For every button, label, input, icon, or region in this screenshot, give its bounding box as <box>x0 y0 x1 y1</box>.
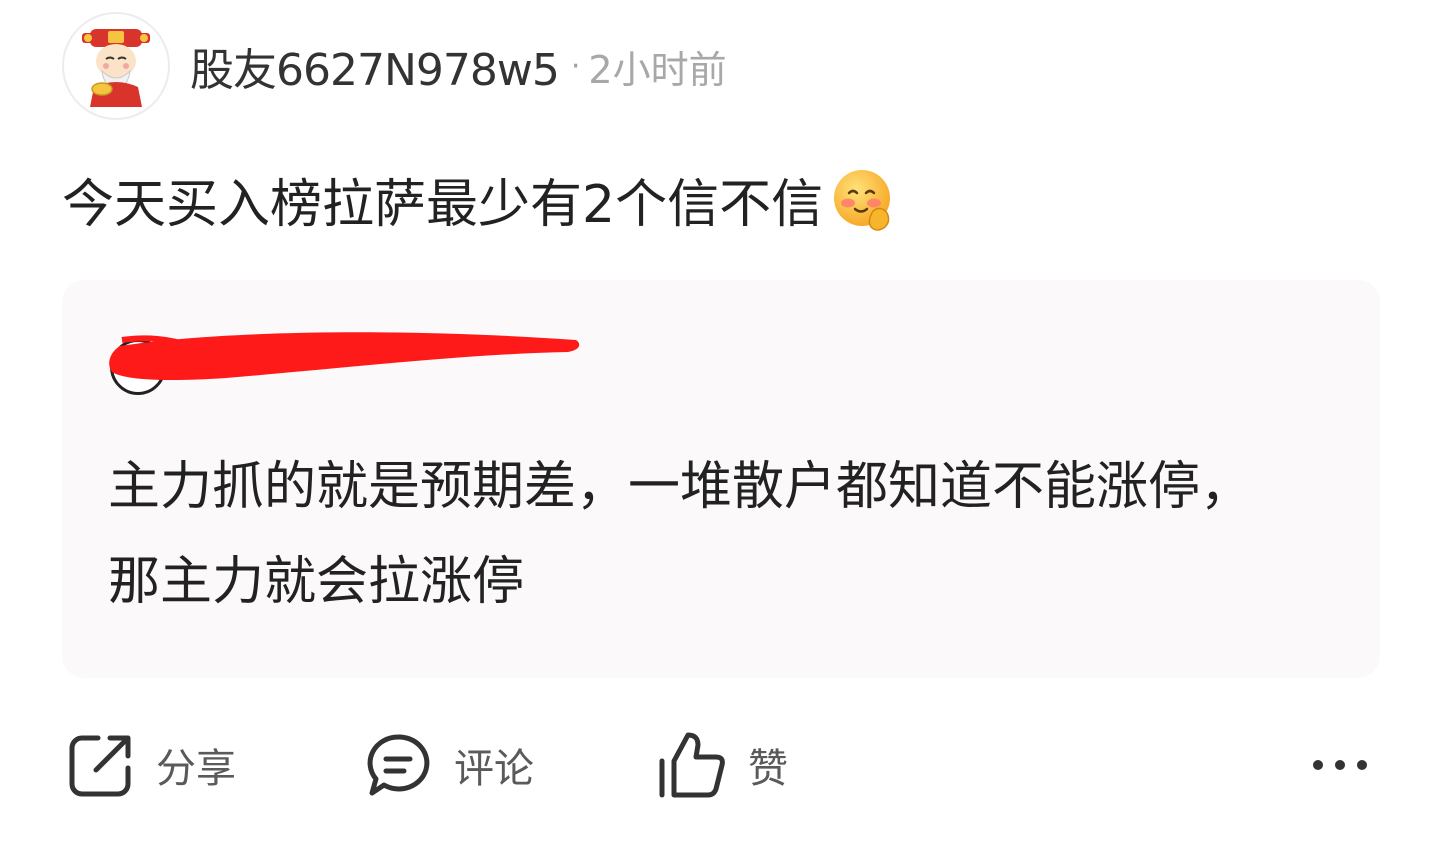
comment-label: 评论 <box>454 746 534 792</box>
comment-button[interactable]: 评论 <box>364 720 534 810</box>
author-name[interactable]: 股友6627N978w5 <box>190 34 560 98</box>
like-button[interactable]: 赞 <box>658 720 788 810</box>
action-bar: 分享 评论 赞 <box>62 720 1380 810</box>
meta-separator: · <box>570 48 581 84</box>
share-button[interactable]: 分享 <box>68 720 236 810</box>
god-of-wealth-avatar-icon <box>82 29 150 107</box>
post-header: 股友6627N978w5 · 2小时前 <box>62 10 727 122</box>
quoted-post-card[interactable]: 主力抓的就是预期差，一堆散户都知道不能涨停，那主力就会拉涨停 <box>62 280 1380 678</box>
more-icon[interactable] <box>1310 750 1370 780</box>
comment-icon <box>367 734 430 796</box>
author-avatar[interactable] <box>62 12 170 120</box>
thumbs-up-icon <box>659 732 725 798</box>
share-label: 分享 <box>156 746 236 792</box>
post-page: 股友6627N978w5 · 2小时前 今天买入榜拉萨最少有2个信不信 主力抓的… <box>0 0 1440 845</box>
post-text: 今天买入榜拉萨最少有2个信不信 <box>62 175 824 235</box>
like-label: 赞 <box>748 746 788 792</box>
share-icon <box>69 735 131 797</box>
blush-hand-emoji-icon <box>834 169 891 231</box>
post-body: 今天买入榜拉萨最少有2个信不信 <box>62 162 899 237</box>
redaction-mark <box>109 332 580 380</box>
post-time: 2小时前 <box>588 47 727 92</box>
quoted-text: 主力抓的就是预期差，一堆散户都知道不能涨停，那主力就会拉涨停 <box>108 457 1253 612</box>
